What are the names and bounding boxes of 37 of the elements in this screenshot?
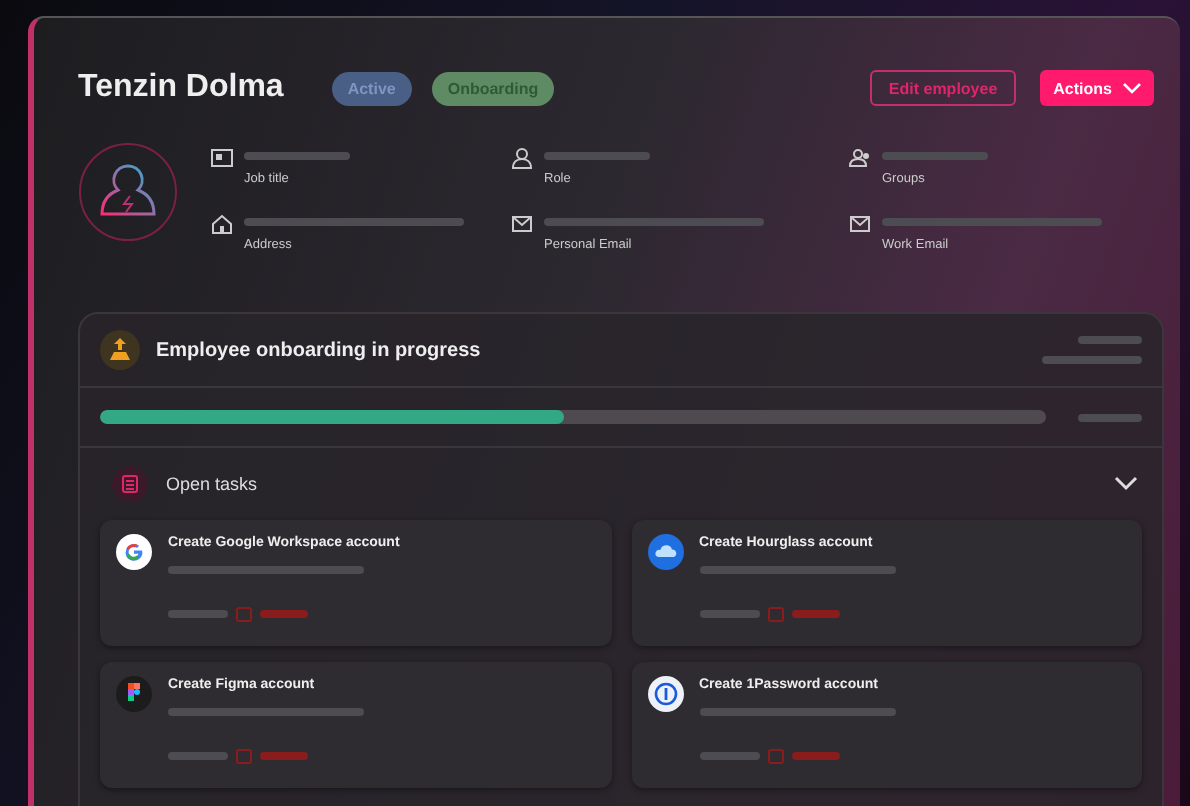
person-avatar-icon — [78, 142, 178, 242]
skeleton-bar — [699, 752, 759, 760]
cloud-icon — [647, 534, 683, 570]
calendar-icon — [767, 748, 783, 764]
shapes-icon — [116, 676, 152, 712]
calendar-icon — [236, 748, 252, 764]
skeleton-bar — [1078, 336, 1142, 344]
house-icon — [210, 212, 234, 236]
chevron-down-icon — [1122, 82, 1142, 94]
skeleton-bar — [882, 152, 988, 160]
skeleton-bar — [1042, 356, 1142, 364]
status-badge: Active — [331, 71, 412, 105]
due-date-bar — [260, 610, 308, 618]
skeleton-bar — [168, 752, 228, 760]
envelope-icon — [510, 212, 534, 236]
list-icon — [112, 466, 148, 502]
due-date-bar — [791, 610, 839, 618]
card-title: Employee onboarding in progress — [156, 339, 481, 361]
skeleton-bar — [699, 610, 759, 618]
due-date-bar — [791, 752, 839, 760]
expand-toggle[interactable] — [1110, 472, 1142, 496]
envelope-icon — [848, 212, 872, 236]
people-icon — [848, 146, 872, 170]
letter-g-icon — [116, 534, 152, 570]
actions-button[interactable]: Actions — [1039, 70, 1154, 106]
calendar-icon — [236, 606, 252, 622]
due-date-bar — [260, 752, 308, 760]
calendar-icon — [767, 606, 783, 622]
skeleton-bar — [168, 610, 228, 618]
skeleton-bar — [1078, 413, 1142, 421]
chevron-icon — [1114, 476, 1138, 492]
section-label: Open tasks — [166, 474, 258, 494]
skeleton-bar — [244, 152, 350, 160]
skeleton-bar — [544, 152, 650, 160]
id-card-icon — [210, 146, 234, 170]
employee-name: Tenzin Dolma — [78, 70, 284, 106]
person-icon — [510, 146, 534, 170]
